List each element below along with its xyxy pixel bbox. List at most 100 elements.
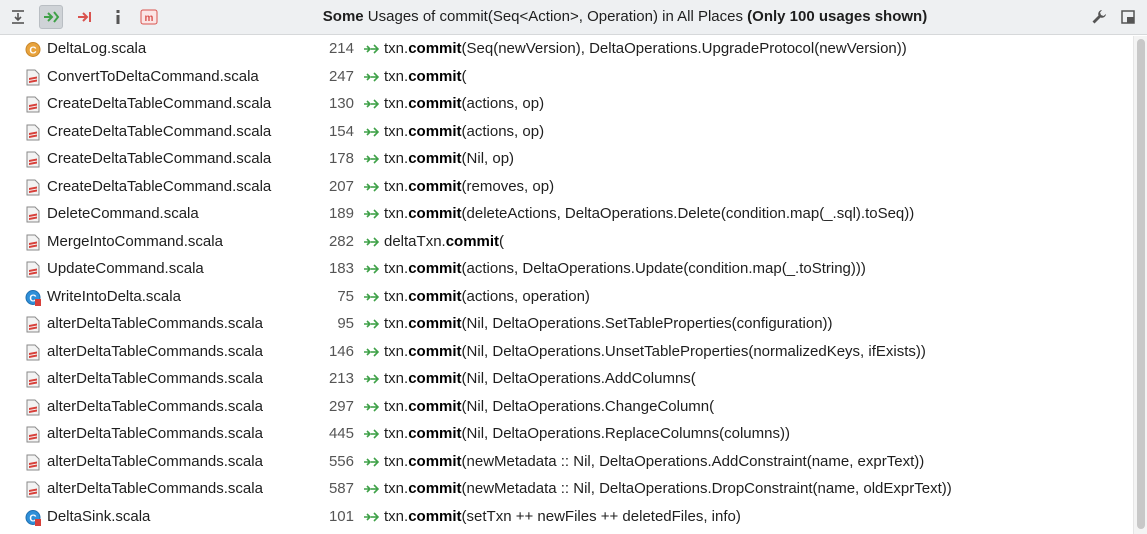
navigate-prev-usage-icon[interactable]: [73, 5, 97, 29]
write-access-arrow-icon: [363, 207, 380, 221]
file-name[interactable]: CreateDeltaTableCommand.scala: [47, 150, 271, 167]
method-icon[interactable]: m: [137, 5, 161, 29]
scala-case-class-icon: C: [25, 289, 41, 306]
vertical-scrollbar[interactable]: [1133, 36, 1147, 534]
line-number: 154: [328, 122, 354, 140]
code-method: commit: [408, 205, 462, 222]
code-receiver: deltaTxn.: [384, 232, 446, 250]
code-args: (: [461, 67, 467, 85]
usage-row[interactable]: CreateDeltaTableCommand.scala 207 txn.comm…: [0, 174, 1133, 202]
svg-text:C: C: [29, 46, 36, 57]
file-name[interactable]: CreateDeltaTableCommand.scala: [47, 178, 271, 195]
code-method: commit: [445, 232, 500, 250]
file-name[interactable]: alterDeltaTableCommands.scala: [47, 398, 263, 415]
usage-code[interactable]: txn.commit(actions, operation): [384, 288, 590, 305]
scala-file-icon: [25, 261, 41, 278]
code-receiver: txn.: [384, 315, 409, 332]
file-name[interactable]: CreateDeltaTableCommand.scala: [47, 123, 271, 140]
usage-row[interactable]: C DeltaLog.scala 214 txn.commit(Seq(newVers…: [0, 36, 1133, 64]
usage-code[interactable]: txn.commit(Nil, DeltaOperations.AddColum…: [384, 370, 696, 387]
usage-row[interactable]: alterDeltaTableCommands.scala 445 txn.comm…: [0, 421, 1133, 449]
usage-row[interactable]: alterDeltaTableCommands.scala 556 txn.comm…: [0, 449, 1133, 477]
code-args: (actions, op): [461, 95, 545, 112]
usage-row[interactable]: CreateDeltaTableCommand.scala 130 txn.comm…: [0, 91, 1133, 119]
usage-row[interactable]: DeleteCommand.scala 189 txn.commit(deleteA…: [0, 201, 1133, 229]
code-method: commit: [408, 150, 462, 167]
line-number: 146: [328, 342, 354, 360]
info-icon[interactable]: [106, 5, 130, 29]
line-number: 101: [328, 507, 354, 525]
line-number: 178: [328, 150, 354, 167]
merge-usages-icon[interactable]: [6, 5, 30, 29]
file-name[interactable]: alterDeltaTableCommands.scala: [47, 425, 263, 442]
usage-code[interactable]: txn.commit(Seq(newVersion), DeltaOperati…: [384, 40, 907, 57]
usage-row[interactable]: UpdateCommand.scala 183 txn.commit(actions…: [0, 256, 1133, 284]
usage-row[interactable]: C WriteIntoDelta.scala 75 txn.commit(action…: [0, 284, 1133, 312]
file-name[interactable]: DeleteCommand.scala: [47, 205, 199, 222]
file-name[interactable]: CreateDeltaTableCommand.scala: [47, 95, 271, 112]
file-name[interactable]: ConvertToDeltaCommand.scala: [47, 68, 259, 85]
line-number: 183: [328, 260, 354, 277]
usage-row[interactable]: alterDeltaTableCommands.scala 587 txn.comm…: [0, 476, 1133, 504]
code-method: commit: [408, 315, 462, 332]
code-args: (Nil, DeltaOperations.SetTableProperties…: [461, 315, 833, 332]
usage-code[interactable]: txn.commit(actions, op): [384, 123, 544, 140]
usage-code[interactable]: txn.commit(actions, DeltaOperations.Upda…: [384, 260, 866, 277]
usage-code[interactable]: txn.commit(Nil, op): [384, 150, 514, 167]
file-name[interactable]: alterDeltaTableCommands.scala: [47, 453, 263, 470]
line-number: 213: [328, 370, 354, 387]
file-name[interactable]: DeltaSink.scala: [47, 508, 150, 525]
line-number: 95: [337, 315, 354, 332]
code-method: commit: [408, 40, 462, 57]
code-args: (newMetadata :: Nil, DeltaOperations.Add…: [461, 452, 925, 470]
file-name[interactable]: alterDeltaTableCommands.scala: [47, 370, 263, 387]
usage-code[interactable]: txn.commit(actions, op): [384, 95, 544, 112]
settings-wrench-icon[interactable]: [1087, 5, 1111, 29]
usage-code[interactable]: txn.commit(newMetadata :: Nil, DeltaOper…: [384, 480, 952, 497]
file-name[interactable]: alterDeltaTableCommands.scala: [47, 315, 263, 332]
usage-code[interactable]: txn.commit(newMetadata :: Nil, DeltaOper…: [384, 453, 924, 470]
usage-row[interactable]: alterDeltaTableCommands.scala 213 txn.comm…: [0, 366, 1133, 394]
usage-code[interactable]: txn.commit(Nil, DeltaOperations.SetTable…: [384, 315, 833, 332]
usage-code[interactable]: txn.commit(Nil, DeltaOperations.ChangeCo…: [384, 398, 714, 415]
svg-text:m: m: [145, 13, 154, 24]
usage-code[interactable]: txn.commit(: [384, 68, 467, 85]
title-bold-suffix: (Only 100 usages shown): [747, 8, 928, 25]
file-name[interactable]: MergeIntoCommand.scala: [47, 233, 223, 250]
file-name[interactable]: alterDeltaTableCommands.scala: [47, 480, 263, 497]
code-receiver: txn.: [384, 260, 409, 277]
usage-row[interactable]: ConvertToDeltaCommand.scala 247 txn.commit…: [0, 64, 1133, 92]
code-method: commit: [408, 507, 462, 525]
usage-code[interactable]: txn.commit(Nil, DeltaOperations.ReplaceC…: [384, 425, 790, 442]
usage-row[interactable]: MergeIntoCommand.scala 282 deltaTxn.commit…: [0, 229, 1133, 257]
scrollbar-thumb[interactable]: [1137, 39, 1145, 529]
file-name[interactable]: DeltaLog.scala: [47, 40, 146, 57]
pin-window-icon[interactable]: [1116, 5, 1140, 29]
line-number: 587: [328, 480, 354, 497]
usage-row[interactable]: alterDeltaTableCommands.scala 297 txn.comm…: [0, 394, 1133, 422]
usage-row[interactable]: alterDeltaTableCommands.scala 146 txn.comm…: [0, 339, 1133, 367]
line-number: 445: [328, 425, 354, 442]
file-name[interactable]: WriteIntoDelta.scala: [47, 288, 181, 305]
usage-code[interactable]: txn.commit(setTxn ++ newFiles ++ deleted…: [384, 508, 741, 525]
usages-title: Some Usages of commit(Seq<Action>, Opera…: [200, 8, 1050, 28]
usage-code[interactable]: txn.commit(Nil, DeltaOperations.UnsetTab…: [384, 343, 926, 360]
file-name[interactable]: alterDeltaTableCommands.scala: [47, 343, 263, 360]
code-receiver: txn.: [384, 342, 409, 360]
usage-row[interactable]: C DeltaSink.scala 101 txn.commit(setTxn ++ …: [0, 504, 1133, 532]
usage-row[interactable]: alterDeltaTableCommands.scala 95 txn.commi…: [0, 311, 1133, 339]
scala-file-icon: [25, 179, 41, 196]
navigate-next-usage-icon[interactable]: [39, 5, 63, 29]
scala-file-icon: [25, 481, 41, 498]
scala-file-icon: [25, 69, 41, 86]
code-method: commit: [408, 452, 462, 470]
usage-code[interactable]: txn.commit(deleteActions, DeltaOperation…: [384, 205, 914, 222]
usage-row[interactable]: CreateDeltaTableCommand.scala 178 txn.comm…: [0, 146, 1133, 174]
usage-code[interactable]: deltaTxn.commit(: [384, 233, 504, 250]
usage-row[interactable]: CreateDeltaTableCommand.scala 154 txn.comm…: [0, 119, 1133, 147]
write-access-arrow-icon: [363, 455, 380, 469]
code-method: commit: [408, 95, 462, 112]
code-args: (actions, op): [461, 122, 545, 140]
file-name[interactable]: UpdateCommand.scala: [47, 260, 204, 277]
usage-code[interactable]: txn.commit(removes, op): [384, 178, 554, 195]
